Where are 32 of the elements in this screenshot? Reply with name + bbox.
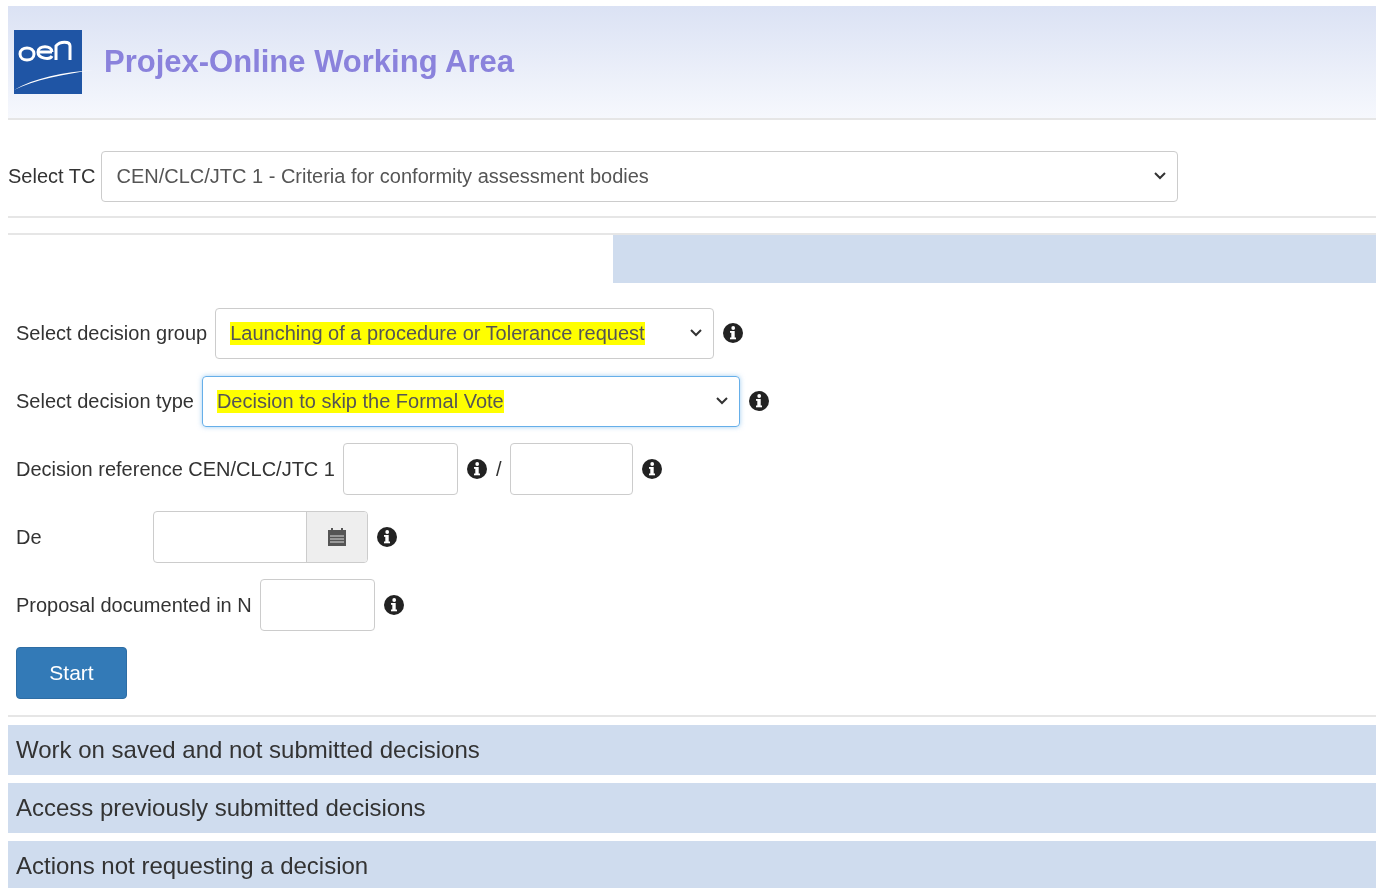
accordion-section[interactable]: Actions not requesting a decision [8,841,1376,888]
field-label: Select TC [8,164,96,188]
field-label: Decision reference CEN/CLC/JTC 1 [16,457,335,481]
app-title: Projex-Online Working Area [104,44,514,80]
field-label: Select decision group [16,321,208,345]
field-label: Select decision type [16,389,194,413]
select-value: Launching of a procedure or Tolerance request [230,321,645,345]
dropdown-select[interactable]: Launching of a procedure or Tolerance request [215,307,715,359]
chevron-down-icon [1153,171,1168,181]
info-icon[interactable] [466,458,488,480]
input-field[interactable] [343,443,458,495]
field-label: De [16,525,43,549]
field-label: Proposal documented in N [16,593,252,617]
chevron-down-icon [714,396,729,406]
info-icon[interactable] [382,594,405,616]
select-value: CEN/CLC/JTC 1 - Criteria for conformity assessment bodies [116,164,649,188]
info-icon[interactable] [640,458,663,480]
tc-select[interactable]: CEN/CLC/JTC 1 - Criteria for conformity assessment bodies [101,150,1179,202]
start-button[interactable]: Start [16,647,127,699]
input-field[interactable] [509,443,633,495]
select-value: Decision to skip the Formal Vote [216,389,504,413]
date-field[interactable] [153,511,368,563]
chevron-down-icon [689,328,704,338]
accordion-section[interactable]: Access previously submitted decisions [8,783,1376,833]
dropdown-select[interactable]: Decision to skip the Formal Vote [201,375,740,427]
separator-text: / [496,457,502,481]
calendar-icon [327,527,347,547]
info-icon[interactable] [376,526,398,548]
info-icon[interactable] [722,322,745,344]
accordion-section[interactable]: Work on saved and not submitted decisions [8,725,1376,775]
info-icon[interactable] [747,390,770,412]
input-field[interactable] [259,579,375,631]
